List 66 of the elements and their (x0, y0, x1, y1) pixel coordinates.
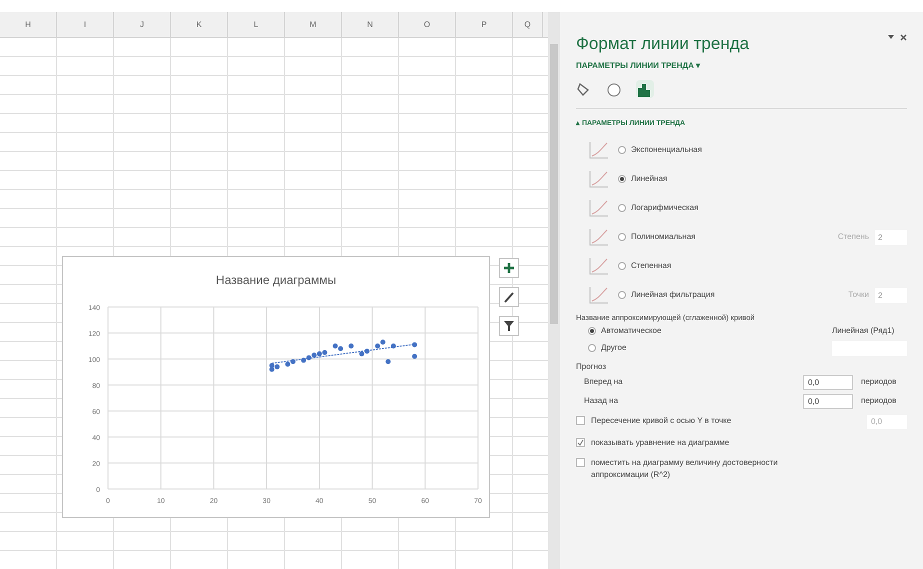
radio-button[interactable] (618, 233, 626, 241)
checkbox-label[interactable]: поместить на диаграмму величину достоверности аппроксимации (R^2) (591, 456, 821, 481)
trendline-type-icon (588, 198, 610, 218)
unit-label: периодов (861, 395, 898, 408)
plus-icon (502, 261, 516, 275)
radio-label[interactable]: Полиномиальная (631, 231, 696, 243)
column-header[interactable]: Q (513, 12, 543, 37)
column-header[interactable]: M (285, 12, 342, 37)
field-label: Назад на (584, 395, 618, 408)
options-tab[interactable] (636, 80, 654, 98)
radio-label[interactable]: Автоматическое (601, 325, 662, 338)
number-field[interactable]: 0,0 (867, 414, 907, 429)
column-header[interactable]: K (171, 12, 228, 37)
chart-title: Название диаграммы (216, 272, 336, 289)
panel-title: Формат линии тренда (576, 34, 750, 54)
column-header[interactable]: P (456, 12, 513, 37)
radio-label[interactable]: Линейная фильтрация (631, 289, 715, 301)
brush-icon (502, 290, 516, 304)
data-point (390, 344, 396, 348)
field-label: Степень (838, 231, 869, 243)
trendline-type-icon (588, 256, 610, 276)
field-label: Точки (848, 289, 869, 301)
trendline-type-icon (588, 169, 610, 189)
checkbox-label[interactable]: показывать уравнение на диаграмме (591, 436, 821, 449)
data-point (348, 344, 354, 348)
unit-label: периодов (861, 376, 898, 388)
checkbox[interactable] (576, 438, 585, 447)
radio-label[interactable]: Степенная (631, 260, 672, 272)
field-label: Вперед на (584, 376, 623, 388)
column-header[interactable]: I (57, 12, 114, 37)
trendline-type-icon (588, 227, 610, 247)
number-field[interactable]: 0,0 (803, 374, 853, 390)
name-value: Линейная (Ряд1) (832, 325, 896, 338)
chart-filters-button[interactable] (499, 316, 519, 336)
column-header[interactable]: J (114, 12, 171, 37)
field-label: Прогноз (576, 360, 608, 373)
trendline-type-icon (588, 285, 610, 305)
radio-button[interactable] (618, 291, 626, 299)
scrollbar-thumb[interactable] (550, 44, 558, 324)
column-header[interactable]: H (0, 12, 57, 37)
chart-styles-button[interactable] (499, 287, 519, 307)
radio-button[interactable] (618, 146, 626, 154)
trendline-type-icon (588, 140, 610, 160)
filter-icon (502, 319, 516, 333)
column-header[interactable]: O (399, 12, 456, 37)
close-icon[interactable] (900, 34, 907, 41)
number-field[interactable]: 0,0 (803, 394, 853, 409)
data-point (386, 359, 391, 364)
options-dropdown[interactable]: ПАРАМЕТРЫ ЛИНИИ ТРЕНДА ▾ (576, 60, 700, 72)
chart-elements-button[interactable] (499, 258, 519, 278)
column-header[interactable]: N (342, 12, 399, 37)
radio-label[interactable]: Линейная (631, 173, 668, 185)
checkbox[interactable] (576, 416, 585, 425)
radio-button[interactable] (588, 344, 596, 352)
data-point (412, 354, 418, 359)
radio-label[interactable]: Логарифмическая (631, 202, 698, 214)
data-point (412, 342, 418, 348)
radio-label[interactable]: Экспоненциальная (631, 144, 702, 156)
radio-button[interactable] (618, 262, 626, 270)
checkbox-label[interactable]: Пересечение кривой с осью Y в точке (591, 414, 821, 427)
checkbox[interactable] (576, 458, 585, 467)
radio-label[interactable]: Другое (601, 342, 626, 354)
radio-button[interactable] (588, 327, 596, 336)
radio-button[interactable] (618, 175, 626, 183)
column-header[interactable]: L (228, 12, 285, 37)
radio-button[interactable] (618, 204, 626, 212)
